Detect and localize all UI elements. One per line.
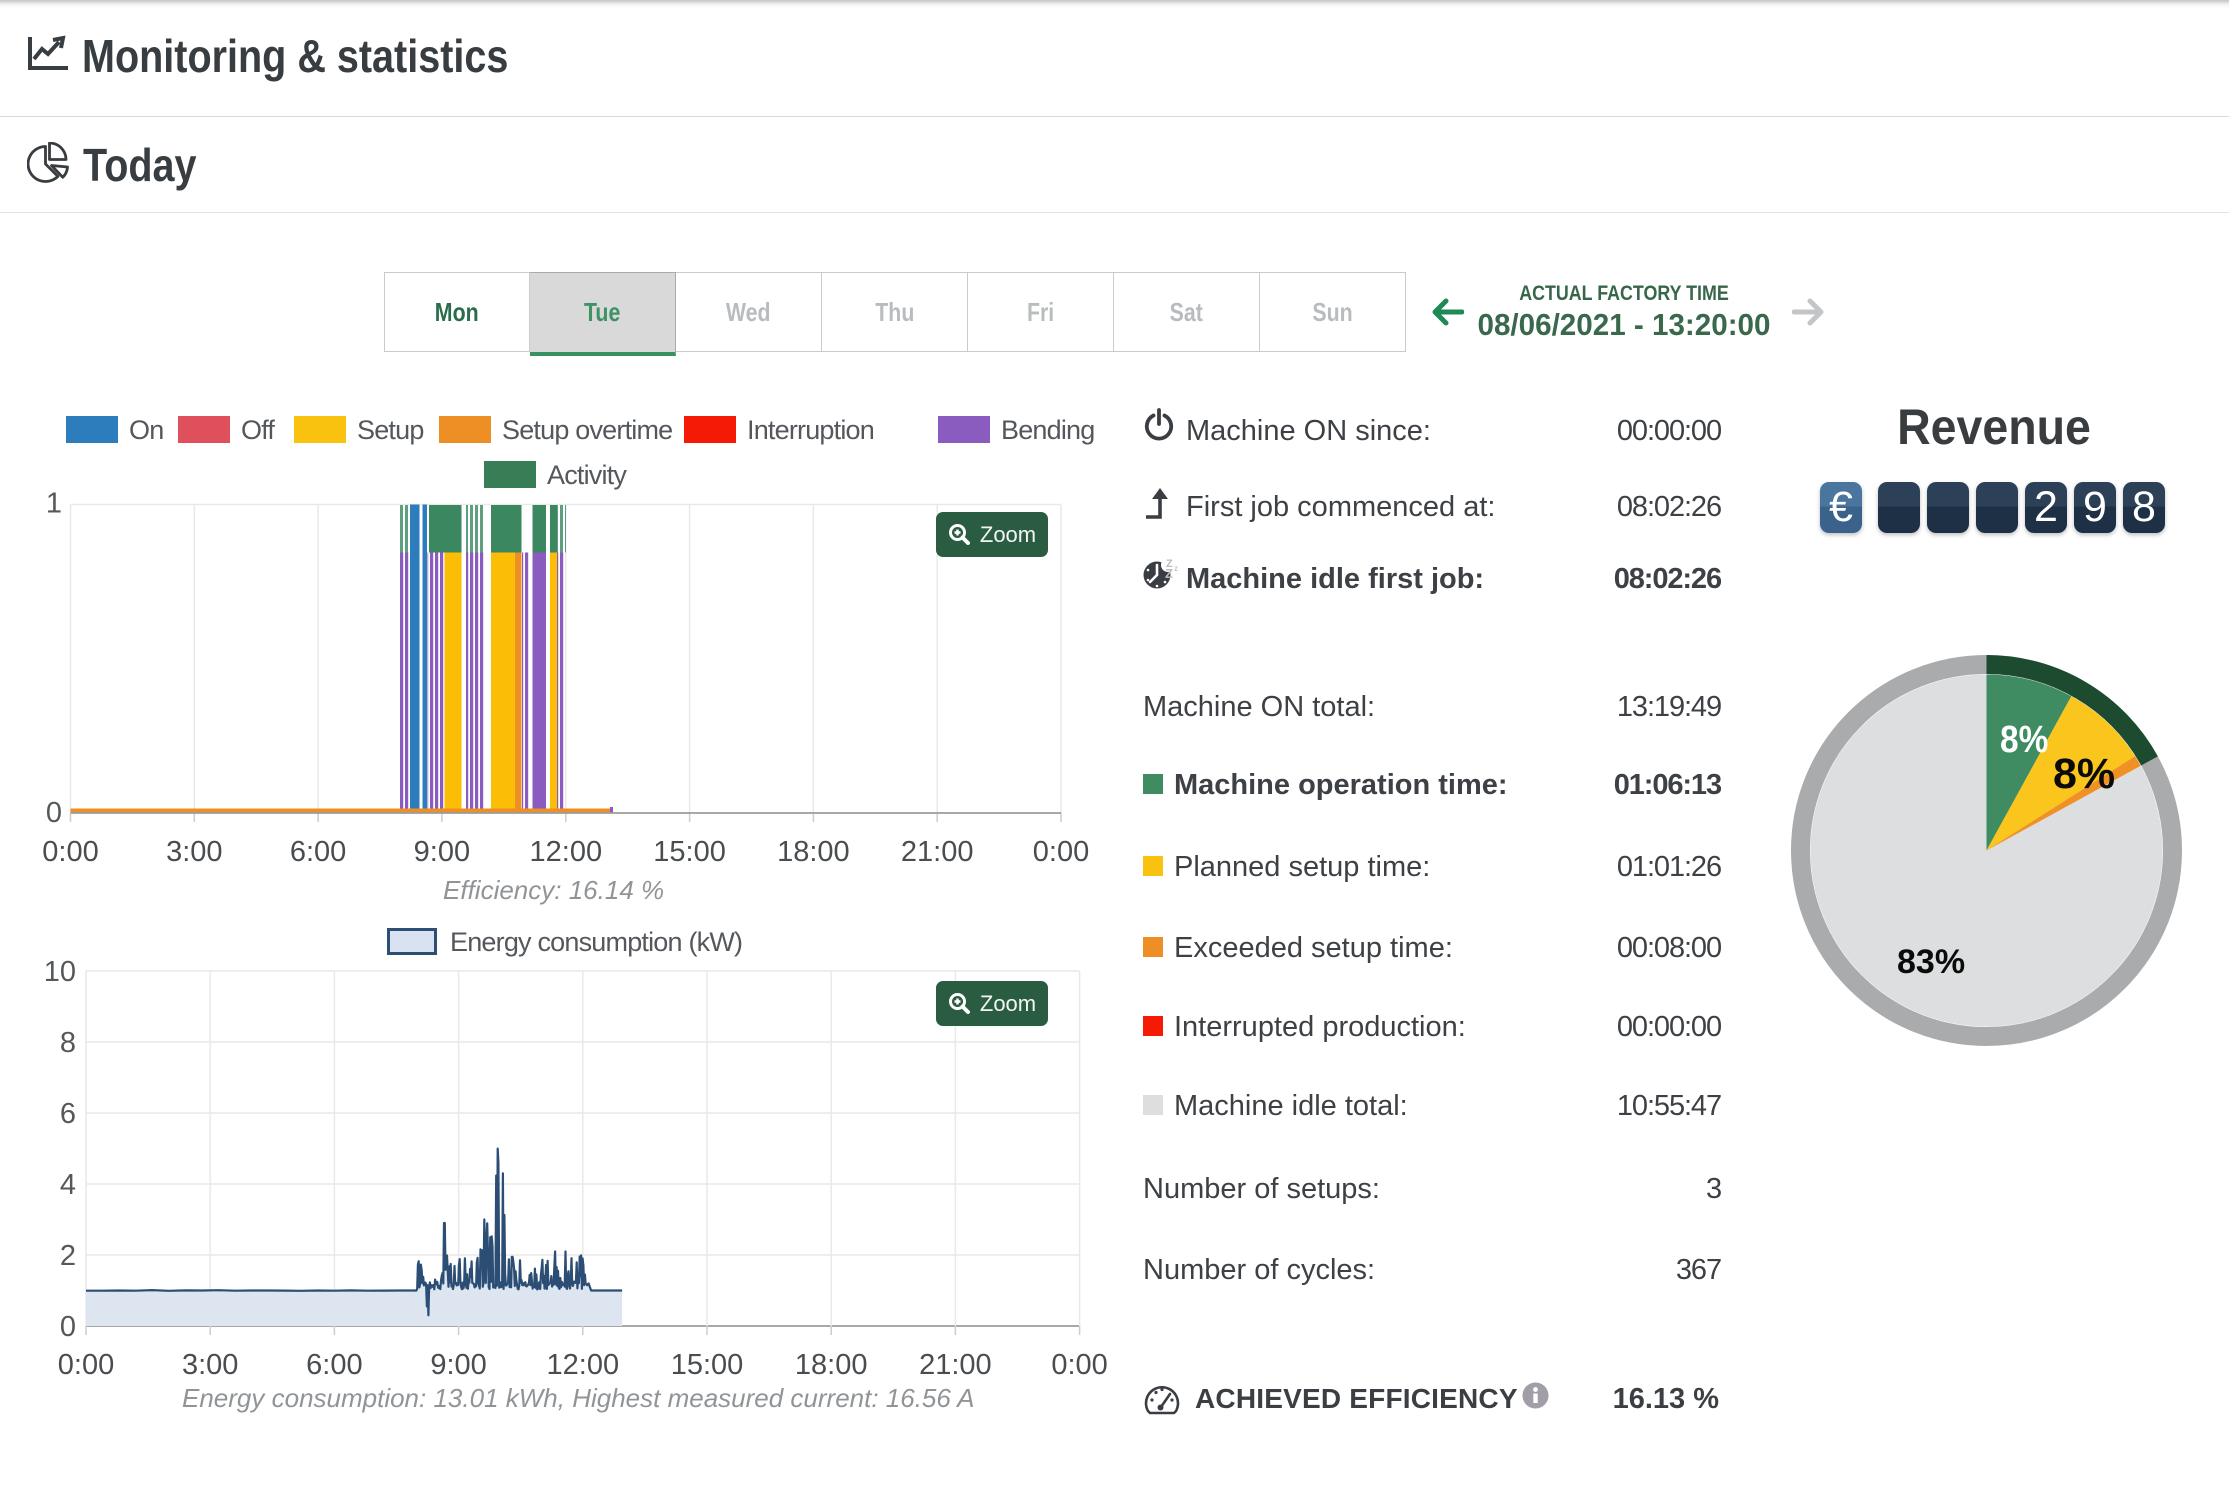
svg-text:21:00: 21:00 [901,836,974,868]
svg-text:18:00: 18:00 [795,1349,868,1381]
svg-text:0:00: 0:00 [1051,1349,1107,1381]
svg-text:0:00: 0:00 [1033,836,1089,868]
svg-text:0: 0 [60,1311,76,1343]
svg-text:3:00: 3:00 [182,1349,238,1381]
svg-text:21:00: 21:00 [919,1349,992,1381]
svg-text:6: 6 [60,1098,76,1130]
svg-text:12:00: 12:00 [547,1349,620,1381]
svg-text:9:00: 9:00 [414,836,470,868]
svg-text:6:00: 6:00 [290,836,346,868]
svg-text:0: 0 [46,797,62,829]
svg-text:9:00: 9:00 [430,1349,486,1381]
svg-text:8: 8 [60,1027,76,1059]
svg-text:0:00: 0:00 [42,836,98,868]
svg-text:0:00: 0:00 [58,1349,114,1381]
svg-text:4: 4 [60,1169,76,1201]
svg-text:Z: Z [1165,566,1173,581]
svg-text:12:00: 12:00 [530,836,603,868]
svg-text:3:00: 3:00 [166,836,222,868]
svg-text:15:00: 15:00 [671,1349,744,1381]
svg-text:10: 10 [44,956,76,988]
svg-text:1: 1 [46,488,62,520]
svg-text:6:00: 6:00 [306,1349,362,1381]
svg-text:2: 2 [60,1240,76,1272]
svg-text:15:00: 15:00 [653,836,726,868]
svg-text:18:00: 18:00 [777,836,850,868]
svg-text:z: z [1174,564,1178,573]
